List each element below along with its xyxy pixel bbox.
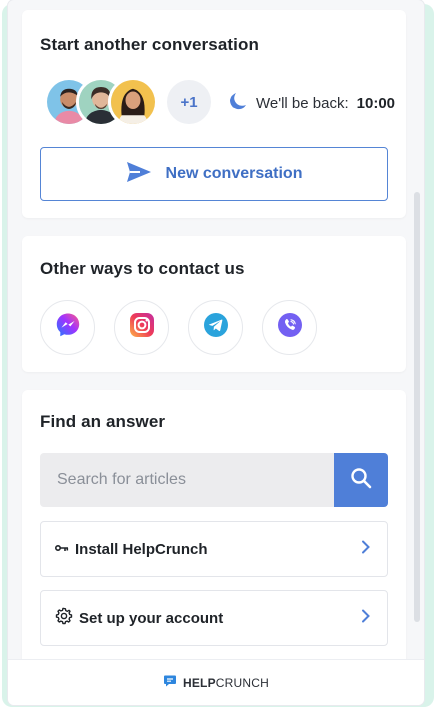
viber-icon: [277, 312, 303, 343]
more-agents-badge: +1: [164, 77, 214, 127]
team-avatars: +1: [44, 77, 214, 127]
chevron-right-icon: [361, 540, 371, 559]
knowledge-base-title: Find an answer: [40, 412, 166, 431]
gear-icon: [55, 607, 73, 630]
search-input[interactable]: [40, 453, 334, 507]
article-item-setup[interactable]: Set up your account: [40, 590, 388, 646]
start-conversation-title: Start another conversation: [40, 35, 259, 54]
key-icon: [54, 540, 69, 558]
knowledge-base-card: Find an answer Search for articles Insta…: [22, 390, 406, 659]
back-time: 10:00: [356, 94, 396, 112]
viber-button[interactable]: [262, 300, 317, 355]
brand-name: HELPCRUNCH: [182, 675, 269, 690]
moon-icon: [228, 91, 248, 115]
article-label: Set up your account: [79, 609, 224, 627]
article-item-install[interactable]: Install HelpCrunch: [40, 521, 388, 577]
new-conversation-button[interactable]: New conversation: [40, 147, 388, 201]
article-search: [40, 453, 388, 507]
back-label: We'll be back:: [256, 94, 349, 112]
helpcrunch-logo-icon: [163, 674, 177, 691]
telegram-icon: [203, 312, 229, 343]
powered-by-footer[interactable]: HELPCRUNCH: [8, 659, 424, 705]
telegram-button[interactable]: [188, 300, 243, 355]
chat-widget: Start another conversation +1 We'll be b…: [8, 0, 424, 705]
instagram-button[interactable]: [114, 300, 169, 355]
instagram-icon: [129, 312, 155, 343]
contact-channels-title: Other ways to contact us: [40, 259, 245, 278]
channel-list: [40, 300, 317, 355]
new-conversation-label: New conversation: [165, 165, 303, 182]
messenger-button[interactable]: [40, 300, 95, 355]
avatar: [108, 77, 158, 127]
availability-status: We'll be back: 10:00: [228, 92, 395, 114]
scrollbar[interactable]: [414, 192, 420, 622]
article-label: Install HelpCrunch: [75, 540, 208, 558]
search-icon: [350, 467, 372, 494]
send-icon: [126, 161, 152, 188]
search-button[interactable]: [334, 453, 388, 507]
widget-content[interactable]: Start another conversation +1 We'll be b…: [8, 0, 424, 659]
messenger-icon: [55, 312, 81, 343]
chevron-right-icon: [361, 609, 371, 628]
start-conversation-card: Start another conversation +1 We'll be b…: [22, 10, 406, 218]
contact-channels-card: Other ways to contact us: [22, 236, 406, 372]
